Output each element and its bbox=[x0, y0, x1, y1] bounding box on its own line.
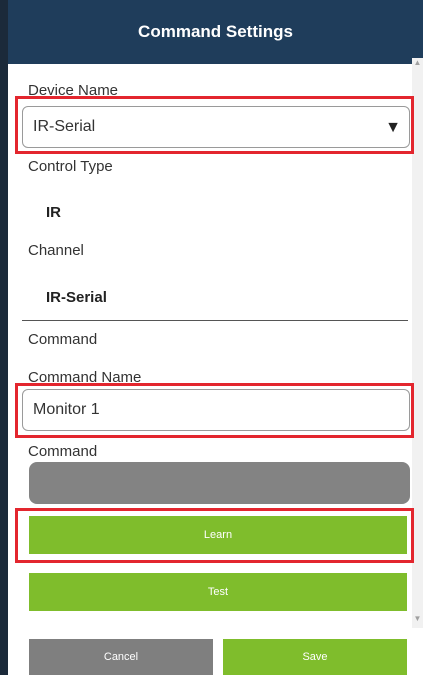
command-settings-dialog: Command Settings ▲ ▼ Device Name IR-Seri… bbox=[0, 0, 423, 675]
command-name-input[interactable]: Monitor 1 bbox=[22, 389, 410, 431]
device-name-value: IR-Serial bbox=[33, 118, 96, 135]
channel-label: Channel bbox=[28, 242, 84, 259]
command-value-field[interactable] bbox=[29, 462, 410, 504]
channel-value: IR-Serial bbox=[46, 289, 107, 306]
device-name-select[interactable]: IR-Serial ▼ bbox=[22, 106, 410, 148]
left-edge-bar bbox=[0, 0, 8, 675]
cancel-button[interactable]: Cancel bbox=[29, 639, 213, 675]
learn-button[interactable]: Learn bbox=[29, 516, 407, 554]
control-type-value: IR bbox=[46, 204, 61, 221]
test-button[interactable]: Test bbox=[29, 573, 407, 611]
learn-button-label: Learn bbox=[203, 529, 233, 541]
cancel-button-label: Cancel bbox=[103, 651, 139, 663]
scroll-up-icon[interactable]: ▲ bbox=[413, 58, 422, 68]
save-button[interactable]: Save bbox=[223, 639, 407, 675]
save-button-label: Save bbox=[302, 651, 328, 663]
command-section-label: Command bbox=[28, 331, 98, 348]
command-name-value: Monitor 1 bbox=[33, 401, 100, 418]
dropdown-arrow-icon[interactable]: ▼ bbox=[385, 119, 401, 137]
section-divider bbox=[22, 320, 408, 321]
dialog-title: Command Settings bbox=[138, 22, 293, 41]
command-label: Command bbox=[28, 443, 98, 460]
scroll-down-icon[interactable]: ▼ bbox=[413, 614, 422, 624]
control-type-label: Control Type bbox=[28, 158, 113, 175]
test-button-label: Test bbox=[207, 586, 229, 598]
dialog-header: Command Settings bbox=[8, 0, 423, 64]
